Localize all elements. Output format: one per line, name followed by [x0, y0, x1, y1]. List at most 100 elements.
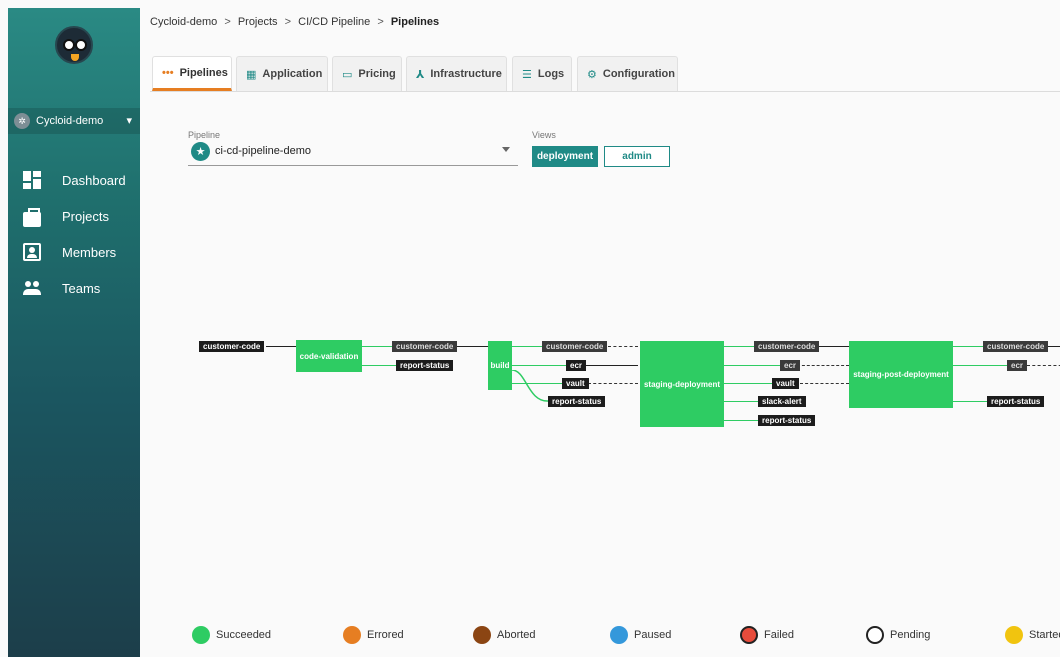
legend-label: Paused — [634, 629, 672, 641]
sidebar-item-dashboard[interactable]: Dashboard — [8, 165, 140, 195]
resource-ecr[interactable]: ecr — [780, 360, 801, 371]
resource-customer-code[interactable]: customer-code — [983, 341, 1049, 352]
breadcrumb-item[interactable]: CI/CD Pipeline — [298, 16, 370, 28]
resource-vault[interactable]: vault — [772, 378, 799, 389]
edge — [456, 346, 488, 347]
tab-label: Infrastructure — [430, 68, 502, 80]
breadcrumb-separator: > — [377, 16, 384, 28]
sidebar-item-teams[interactable]: Teams — [8, 273, 140, 303]
view-deployment-button[interactable]: deployment — [532, 146, 598, 167]
resource-report-status[interactable]: report-status — [396, 360, 454, 371]
edge — [512, 346, 542, 347]
resource-ecr[interactable]: ecr — [566, 360, 587, 371]
resource-customer-code[interactable]: customer-code — [392, 341, 458, 352]
edge — [724, 420, 758, 421]
teams-icon — [23, 279, 41, 297]
pipeline-dropdown[interactable]: ★ ci-cd-pipeline-demo — [188, 142, 518, 166]
resource-customer-code[interactable]: customer-code — [754, 341, 820, 352]
sidebar-item-label: Teams — [62, 280, 101, 296]
legend-item-errored: Errored — [343, 626, 404, 644]
legend-item-pending: Pending — [866, 626, 930, 644]
org-icon: ✲ — [14, 113, 30, 129]
legend-item-aborted: Aborted — [473, 626, 536, 644]
legend-item-started: Started — [1005, 626, 1060, 644]
infrastructure-icon: ⅄ — [416, 68, 425, 81]
legend-label: Errored — [367, 629, 404, 641]
owl-logo[interactable] — [55, 26, 93, 64]
edge — [266, 346, 296, 347]
resource-slack-alert[interactable]: slack-alert — [758, 396, 806, 407]
tab-configuration[interactable]: ⚙ Configuration — [577, 56, 678, 91]
tab-logs[interactable]: ☰ Logs — [512, 56, 572, 91]
view-admin-button[interactable]: admin — [604, 146, 670, 167]
resource-report-status[interactable]: report-status — [548, 396, 606, 407]
star-icon: ★ — [191, 142, 210, 161]
pipeline-icon: ••• — [162, 66, 174, 79]
dashboard-icon — [23, 171, 41, 189]
sidebar: ✲ Cycloid-demo ▾ Dashboard Projects Memb… — [8, 8, 140, 657]
resource-ecr[interactable]: ecr — [1007, 360, 1028, 371]
legend-item-failed: Failed — [740, 626, 794, 644]
breadcrumb-separator: > — [284, 16, 292, 28]
tab-label: Pipelines — [179, 66, 228, 79]
tab-infrastructure[interactable]: ⅄ Infrastructure — [406, 56, 507, 91]
breadcrumb: Cycloid-demo > Projects > CI/CD Pipeline… — [150, 16, 439, 28]
edge — [362, 346, 392, 347]
edge — [724, 365, 780, 366]
tab-pricing[interactable]: ▭ Pricing — [332, 56, 402, 91]
aborted-dot — [473, 626, 491, 644]
job-build[interactable]: build — [488, 341, 512, 390]
chevron-down-icon: ▾ — [126, 115, 132, 127]
sidebar-item-label: Dashboard — [62, 172, 126, 188]
sidebar-item-members[interactable]: Members — [8, 237, 140, 267]
sidebar-item-label: Members — [62, 244, 117, 260]
breadcrumb-item[interactable]: Projects — [238, 16, 278, 28]
members-icon — [23, 243, 41, 261]
breadcrumb-item[interactable]: Cycloid-demo — [150, 16, 217, 28]
application-icon: ▦ — [246, 68, 257, 81]
resource-customer-code[interactable]: customer-code — [199, 341, 265, 352]
edge — [953, 365, 1007, 366]
edge — [588, 383, 638, 384]
pipeline-name: ci-cd-pipeline-demo — [215, 145, 311, 157]
job-code-validation[interactable]: code-validation — [296, 340, 362, 372]
edge — [586, 365, 638, 366]
pipeline-graph: code-validation build staging-deployment… — [150, 300, 1060, 460]
breadcrumb-current: Pipelines — [390, 16, 440, 28]
curved-edge — [512, 370, 549, 402]
tab-bar: ••• Pipelines ▦ Application ▭ Pricing ⅄ … — [150, 56, 1060, 92]
job-staging-deployment[interactable]: staging-deployment — [640, 341, 724, 427]
legend-label: Failed — [764, 629, 794, 641]
legend-item-paused: Paused — [610, 626, 671, 644]
org-selector[interactable]: ✲ Cycloid-demo ▾ — [8, 108, 140, 134]
job-staging-post-deployment[interactable]: staging-post-deployment — [849, 341, 953, 408]
edge — [797, 365, 849, 366]
resource-report-status[interactable]: report-status — [758, 415, 816, 426]
failed-dot — [740, 626, 758, 644]
org-name: Cycloid-demo — [36, 115, 104, 127]
legend-label: Pending — [890, 629, 931, 641]
edge — [953, 346, 983, 347]
tab-application[interactable]: ▦ Application — [236, 56, 328, 91]
tab-pipelines[interactable]: ••• Pipelines — [152, 56, 232, 91]
started-dot — [1005, 626, 1023, 644]
edge — [1048, 346, 1060, 347]
legend-label: Succeeded — [216, 629, 272, 641]
paused-dot — [610, 626, 628, 644]
pending-dot — [866, 626, 884, 644]
edge — [800, 383, 849, 384]
views-label: Views — [532, 130, 556, 140]
edge — [512, 365, 566, 366]
legend-item-succeeded: Succeeded — [192, 626, 271, 644]
succeeded-dot — [192, 626, 210, 644]
resource-report-status[interactable]: report-status — [987, 396, 1045, 407]
tab-label: Configuration — [602, 68, 675, 80]
sidebar-item-projects[interactable]: Projects — [8, 201, 140, 231]
logs-icon: ☰ — [522, 68, 532, 81]
resource-vault[interactable]: vault — [562, 378, 589, 389]
errored-dot — [343, 626, 361, 644]
caret-down-icon — [502, 147, 510, 152]
status-legend: Succeeded Errored Aborted Paused Failed … — [150, 620, 1060, 650]
sidebar-item-label: Projects — [62, 208, 109, 224]
resource-customer-code[interactable]: customer-code — [542, 341, 608, 352]
